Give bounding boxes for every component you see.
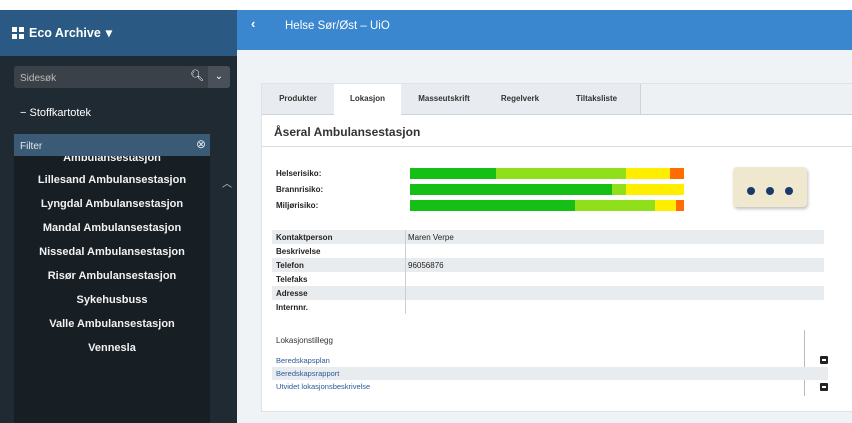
info-key: Kontaktperson	[276, 233, 333, 242]
list-item[interactable]: Valle Ambulansestasjon	[14, 316, 210, 332]
divider	[262, 146, 852, 147]
page-title: Helse Sør/Øst – UiO	[285, 20, 390, 32]
dot-icon	[766, 187, 774, 195]
info-key: Internnr.	[276, 303, 309, 312]
scroll-up-icon[interactable]: ︿	[222, 175, 232, 190]
info-key: Telefon	[276, 261, 304, 270]
list-item[interactable]: Mandal Ambulansestasjon	[14, 220, 210, 236]
tab-bar: Produkter Lokasjon Masseutskrift Regelve…	[262, 84, 852, 115]
caret-down-icon: ▾	[105, 26, 113, 40]
list-item[interactable]: Lyngdal Ambulansestasjon	[14, 196, 210, 212]
clear-filter-icon[interactable]: ⊗	[196, 137, 206, 151]
fire-risk-bar	[410, 184, 684, 195]
info-row-phone: Telefon 96056876	[272, 258, 824, 272]
document-icon[interactable]	[820, 383, 828, 391]
tab-regelverk[interactable]: Regelverk	[487, 84, 554, 114]
info-value: 96056876	[408, 261, 444, 270]
top-strip	[0, 0, 852, 10]
document-icon[interactable]	[820, 356, 828, 364]
addon-row: Beredskapsrapport	[272, 367, 828, 380]
column-divider	[405, 230, 406, 314]
info-row-fax: Telefaks	[272, 272, 824, 286]
info-key: Beskrivelse	[276, 247, 321, 256]
addon-row: Utvidet lokasjonsbeskrivelse	[272, 380, 828, 393]
list-item[interactable]: Risør Ambulansestasjon	[14, 268, 210, 284]
tab-produkter[interactable]: Produkter	[262, 84, 335, 114]
info-key: Telefaks	[276, 275, 308, 284]
section-label: Stoffkartotek	[29, 107, 92, 119]
info-row-internal-number: Internnr.	[272, 300, 824, 314]
main-area: ‹ Helse Sør/Øst – UiO Produkter Lokasjon…	[237, 10, 852, 423]
health-risk-label: Helserisiko:	[276, 169, 322, 178]
brand-menu[interactable]: Eco Archive ▾	[12, 25, 112, 40]
environment-risk-label: Miljørisiko:	[276, 201, 319, 210]
location-addons-title: Lokasjonstillegg	[276, 336, 333, 345]
back-chevron-icon[interactable]: ‹	[251, 16, 255, 31]
info-row-description: Beskrivelse	[272, 244, 824, 258]
more-options-button[interactable]	[733, 167, 807, 207]
location-panel: Produkter Lokasjon Masseutskrift Regelve…	[261, 83, 852, 412]
brand-label: Eco Archive	[29, 25, 101, 40]
list-item[interactable]: Lillesand Ambulansestasjon	[14, 172, 210, 188]
list-item[interactable]: Ambulansestasjon	[14, 156, 210, 166]
environment-risk-bar	[410, 200, 684, 211]
info-key: Adresse	[276, 289, 308, 298]
list-item[interactable]: Vennesla	[14, 340, 210, 356]
collapse-icon: −	[20, 107, 27, 119]
location-title: Åseral Ambulansestasjon	[274, 125, 421, 139]
sidebar-header: Eco Archive ▾	[0, 10, 237, 56]
top-bar: ‹ Helse Sør/Øst – UiO	[237, 10, 852, 50]
tab-tiltaksliste[interactable]: Tiltaksliste	[553, 84, 641, 114]
page-search-input[interactable]	[18, 69, 172, 87]
chevron-down-icon[interactable]: ⌄	[208, 66, 230, 88]
info-value: Maren Verpe	[408, 233, 454, 242]
location-list: Ambulansestasjon Lillesand Ambulansestas…	[14, 156, 210, 423]
filter: ⊗	[14, 134, 210, 156]
info-row-contact: Kontaktperson Maren Verpe	[272, 230, 824, 244]
health-risk-bar	[410, 168, 684, 179]
addon-row: Beredskapsplan	[272, 354, 828, 367]
dot-icon	[785, 187, 793, 195]
search-icon[interactable]: 🔍︎	[190, 69, 204, 82]
dot-icon	[747, 187, 755, 195]
tab-masseutskrift[interactable]: Masseutskrift	[401, 84, 488, 114]
addon-link[interactable]: Utvidet lokasjonsbeskrivelse	[276, 382, 370, 391]
sidebar-section-stoffkartotek[interactable]: − Stoffkartotek	[20, 107, 91, 119]
fire-risk-label: Brannrisiko:	[276, 185, 324, 194]
grid-logo-icon	[12, 26, 24, 39]
sidebar: Eco Archive ▾ 🔍︎ ⌄ − Stoffkartotek ⊗ Amb…	[0, 10, 237, 423]
addon-link[interactable]: Beredskapsrapport	[276, 369, 339, 378]
tab-lokasjon[interactable]: Lokasjon	[334, 84, 402, 115]
info-row-address: Adresse	[272, 286, 824, 300]
list-item[interactable]: Nissedal Ambulansestasjon	[14, 244, 210, 260]
page-search: 🔍︎ ⌄	[14, 66, 230, 88]
list-item[interactable]: Sykehusbuss	[14, 292, 210, 308]
addon-link[interactable]: Beredskapsplan	[276, 356, 330, 365]
filter-input[interactable]	[18, 137, 182, 155]
